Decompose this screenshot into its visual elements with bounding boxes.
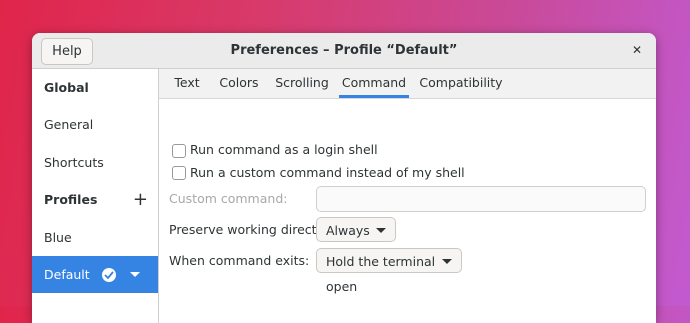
tab-text[interactable]: Text [164,69,210,98]
window-title: Preferences – Profile “Default” [230,43,458,58]
sidebar: Global General Shortcuts Profiles + Blue… [32,69,159,323]
sidebar-item-profile-default[interactable]: Default [32,256,158,293]
on-exit-select[interactable]: Hold the terminal open [316,248,462,294]
custom-command-checkbox[interactable] [172,166,186,180]
chevron-down-icon [376,228,386,233]
tab-bar: Text Colors Scrolling Command Compatibil… [159,69,656,99]
on-exit-value: Hold the terminal open [326,254,436,294]
profile-default-label: Default [44,267,90,282]
custom-command-label: Custom command: [169,191,288,206]
main-panel: Text Colors Scrolling Command Compatibil… [159,69,656,323]
default-profile-check-icon [102,268,116,282]
profiles-heading-label: Profiles [44,192,98,207]
header-bar: Help Preferences – Profile “Default” ✕ [32,33,656,69]
custom-command-toggle-label[interactable]: Run a custom command instead of my shell [190,165,465,181]
on-exit-label: When command exits: [169,253,310,268]
chevron-down-icon [442,259,452,264]
tab-command[interactable]: Command [339,69,409,98]
login-shell-label[interactable]: Run command as a login shell [190,142,378,158]
add-profile-icon[interactable]: + [133,181,148,218]
sidebar-heading-global: Global [44,80,89,95]
tab-scrolling[interactable]: Scrolling [270,69,334,98]
tab-compatibility[interactable]: Compatibility [416,69,506,98]
close-icon[interactable]: ✕ [632,33,642,68]
sidebar-item-general[interactable]: General [32,106,158,143]
preserve-dir-label: Preserve working directory: [169,222,341,237]
sidebar-item-shortcuts[interactable]: Shortcuts [32,144,158,181]
preserve-dir-select[interactable]: Always [316,217,396,242]
preferences-window: Help Preferences – Profile “Default” ✕ G… [32,33,656,323]
tab-colors[interactable]: Colors [213,69,265,98]
custom-command-field[interactable] [316,186,646,212]
login-shell-checkbox[interactable] [172,144,186,158]
preserve-dir-value: Always [326,223,370,238]
sidebar-heading-profiles: Profiles + [32,181,158,218]
sidebar-item-profile-blue[interactable]: Blue [32,219,158,256]
profile-menu-chevron-down-icon[interactable] [130,272,140,277]
